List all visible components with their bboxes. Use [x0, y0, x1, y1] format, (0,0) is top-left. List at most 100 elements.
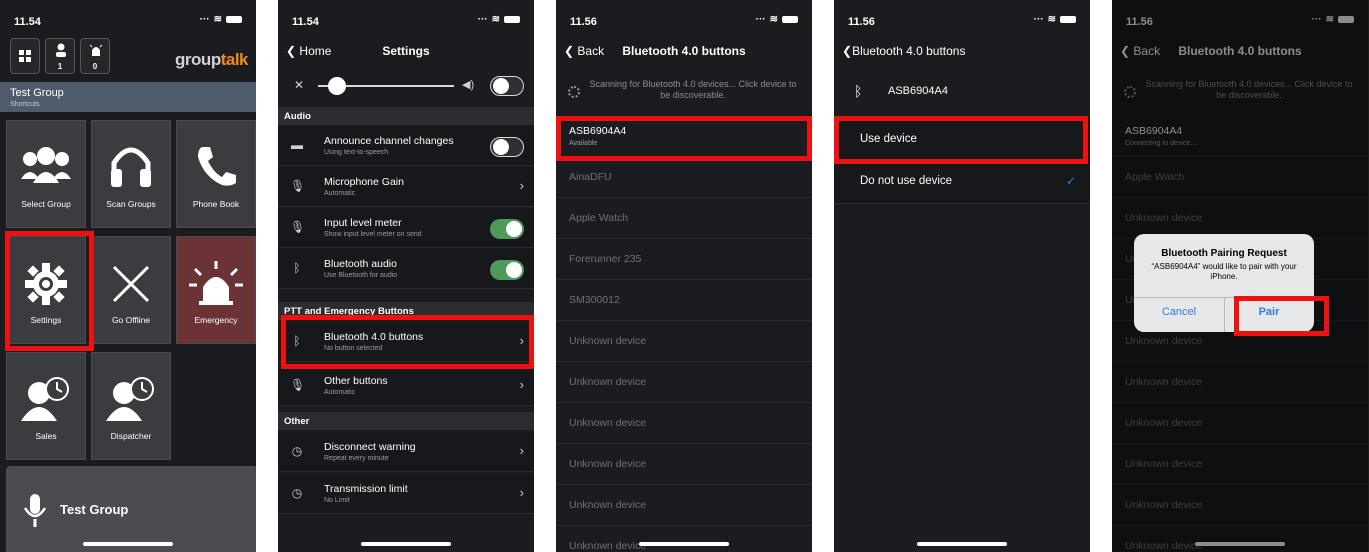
row-title: Other buttons	[324, 375, 388, 387]
spinner-icon	[568, 86, 580, 98]
device-name: SM300012	[569, 294, 620, 306]
tile-select-group[interactable]: Select Group	[6, 120, 86, 228]
tile-dispatcher[interactable]: Dispatcher	[91, 352, 171, 460]
phone-device-options-screen: 11.56 ··· ≋ ❮Bluetooth 4.0 buttons ᛒ ASB6…	[834, 0, 1090, 552]
device-name: Unknown device	[569, 417, 647, 429]
bluetooth-icon: ᛒ	[854, 83, 863, 99]
row-title: Input level meter	[324, 217, 402, 229]
home-indicator[interactable]	[83, 542, 173, 546]
clock-icon: ◷	[291, 444, 303, 458]
device-row[interactable]: ASB6904A4 Available	[556, 116, 812, 157]
cancel-button[interactable]: Cancel	[1134, 306, 1224, 318]
row-disconnect-warning[interactable]: ◷ Disconnect warning Repeat every minute…	[278, 432, 534, 472]
row-subtitle: Use Bluetooth for audio	[324, 272, 398, 279]
row-subtitle: Using text-to-speech	[324, 149, 389, 156]
row-bluetooth-audio[interactable]: ᛒ Bluetooth audio Use Bluetooth for audi…	[278, 249, 534, 289]
status-bar: 11.54 ··· ≋	[0, 0, 256, 38]
chevron-right-icon: ›	[519, 443, 524, 458]
battery-icon	[782, 16, 798, 23]
group-header[interactable]: Test Group Shortcuts	[0, 82, 256, 112]
checkmark-icon: ✓	[1065, 174, 1076, 188]
device-row[interactable]: SM300012	[556, 280, 812, 321]
device-row[interactable]: Forerunner 235	[556, 239, 812, 280]
tile-label: Dispatcher	[110, 431, 152, 441]
mute-icon: ✕	[294, 78, 305, 92]
speaker-icon: ◀)	[462, 79, 475, 91]
tile-go-offline[interactable]: Go Offline	[91, 236, 171, 344]
row-title: Transmission limit	[324, 483, 408, 495]
audio-toggle[interactable]	[490, 76, 524, 96]
announce-toggle[interactable]	[490, 137, 524, 157]
page-title: Bluetooth 4.0 buttons	[622, 44, 746, 58]
row-bluetooth-buttons[interactable]: ᛒ Bluetooth 4.0 buttons No button select…	[278, 322, 534, 362]
status-time: 11.56	[570, 16, 597, 28]
row-title: Announce channel changes	[324, 135, 454, 147]
bluetooth-audio-toggle[interactable]	[490, 260, 524, 280]
grid-icon	[19, 50, 31, 62]
home-indicator[interactable]	[361, 542, 451, 546]
tile-settings[interactable]: Settings	[6, 236, 86, 344]
row-subtitle: Repeat every minute	[324, 455, 389, 462]
tile-sales[interactable]: Sales	[6, 352, 86, 460]
users-count: 1	[57, 62, 63, 71]
input-level-toggle[interactable]	[490, 219, 524, 239]
device-status: Available	[569, 140, 598, 147]
phone-pairing-screen: 11.56 ··· ≋ ❮ Back Bluetooth 4.0 buttons …	[1112, 0, 1369, 552]
tile-label: Scan Groups	[106, 199, 156, 209]
scan-message: Scanning for Bluetooth 4.0 devices... Cl…	[589, 79, 797, 100]
users-button[interactable]: 1	[45, 38, 75, 74]
option-label: Use device	[860, 133, 917, 145]
option-do-not-use-device[interactable]: Do not use device ✓	[834, 162, 1090, 204]
volume-row: ✕ ◀)	[278, 66, 534, 106]
row-other-buttons[interactable]: 🎙 Other buttons Automatic ›	[278, 366, 534, 406]
bluetooth-icon: ᛒ	[293, 334, 301, 348]
home-indicator[interactable]	[917, 542, 1007, 546]
phone-settings-screen: 11.54 ··· ≋ ❮ Home Settings ✕ ◀) Audio ▬ …	[278, 0, 534, 552]
group-subtitle: Shortcuts	[10, 101, 40, 108]
device-name: Forerunner 235	[569, 253, 642, 265]
back-button[interactable]: ❮Bluetooth 4.0 buttons	[842, 44, 965, 58]
row-subtitle: No button selected	[324, 345, 383, 352]
row-subtitle: Automatic	[324, 389, 356, 396]
device-row[interactable]: Unknown device	[556, 526, 812, 552]
tile-scan-groups[interactable]: Scan Groups	[91, 120, 171, 228]
device-row[interactable]: Unknown device	[556, 403, 812, 444]
close-icon	[112, 265, 150, 303]
headphones-icon	[111, 147, 151, 187]
row-input-level-meter[interactable]: 🎙 Input level meter Show input level met…	[278, 208, 534, 248]
device-name: Unknown device	[569, 540, 647, 552]
device-row[interactable]: Apple Watch	[556, 198, 812, 239]
alarm-button[interactable]: 0	[80, 38, 110, 74]
device-row[interactable]: AinaDFU	[556, 157, 812, 198]
row-transmission-limit[interactable]: ◷ Transmission limit No Limit ›	[278, 474, 534, 514]
device-row[interactable]: Unknown device	[556, 485, 812, 526]
wifi-icon: ≋	[1047, 14, 1056, 25]
section-header-audio: Audio	[278, 107, 534, 125]
row-announce-channel-changes[interactable]: ▬ Announce channel changes Using text-to…	[278, 126, 534, 166]
phone-icon	[198, 147, 236, 186]
alarm-icon	[89, 44, 103, 56]
push-to-talk-button[interactable]: Test Group	[6, 466, 256, 552]
back-label: Bluetooth 4.0 buttons	[852, 44, 966, 58]
logo-text-accent: talk	[220, 50, 249, 69]
chevron-right-icon: ›	[519, 377, 524, 392]
tile-phone-book[interactable]: Phone Book	[176, 120, 256, 228]
battery-icon	[1060, 16, 1076, 23]
home-indicator[interactable]	[639, 542, 729, 546]
section-header-ptt: PTT and Emergency Buttons	[278, 302, 534, 320]
grid-button[interactable]	[10, 38, 40, 74]
tile-label: Phone Book	[192, 199, 240, 209]
speech-icon: ▬	[291, 138, 303, 152]
volume-slider-knob[interactable]	[328, 77, 346, 95]
pair-button[interactable]: Pair	[1224, 306, 1314, 318]
status-icons: ··· ≋	[200, 14, 242, 25]
tile-emergency[interactable]: Emergency	[176, 236, 256, 344]
device-row[interactable]: Unknown device	[556, 444, 812, 485]
device-row[interactable]: Unknown device	[556, 362, 812, 403]
row-microphone-gain[interactable]: 🎙 Microphone Gain Automatic ›	[278, 167, 534, 207]
device-name: AinaDFU	[569, 171, 612, 183]
status-icons: ··· ≋	[1034, 14, 1076, 25]
device-row[interactable]: Unknown device	[556, 321, 812, 362]
option-use-device[interactable]: Use device	[834, 120, 1090, 162]
status-icons: ··· ≋	[478, 14, 520, 25]
